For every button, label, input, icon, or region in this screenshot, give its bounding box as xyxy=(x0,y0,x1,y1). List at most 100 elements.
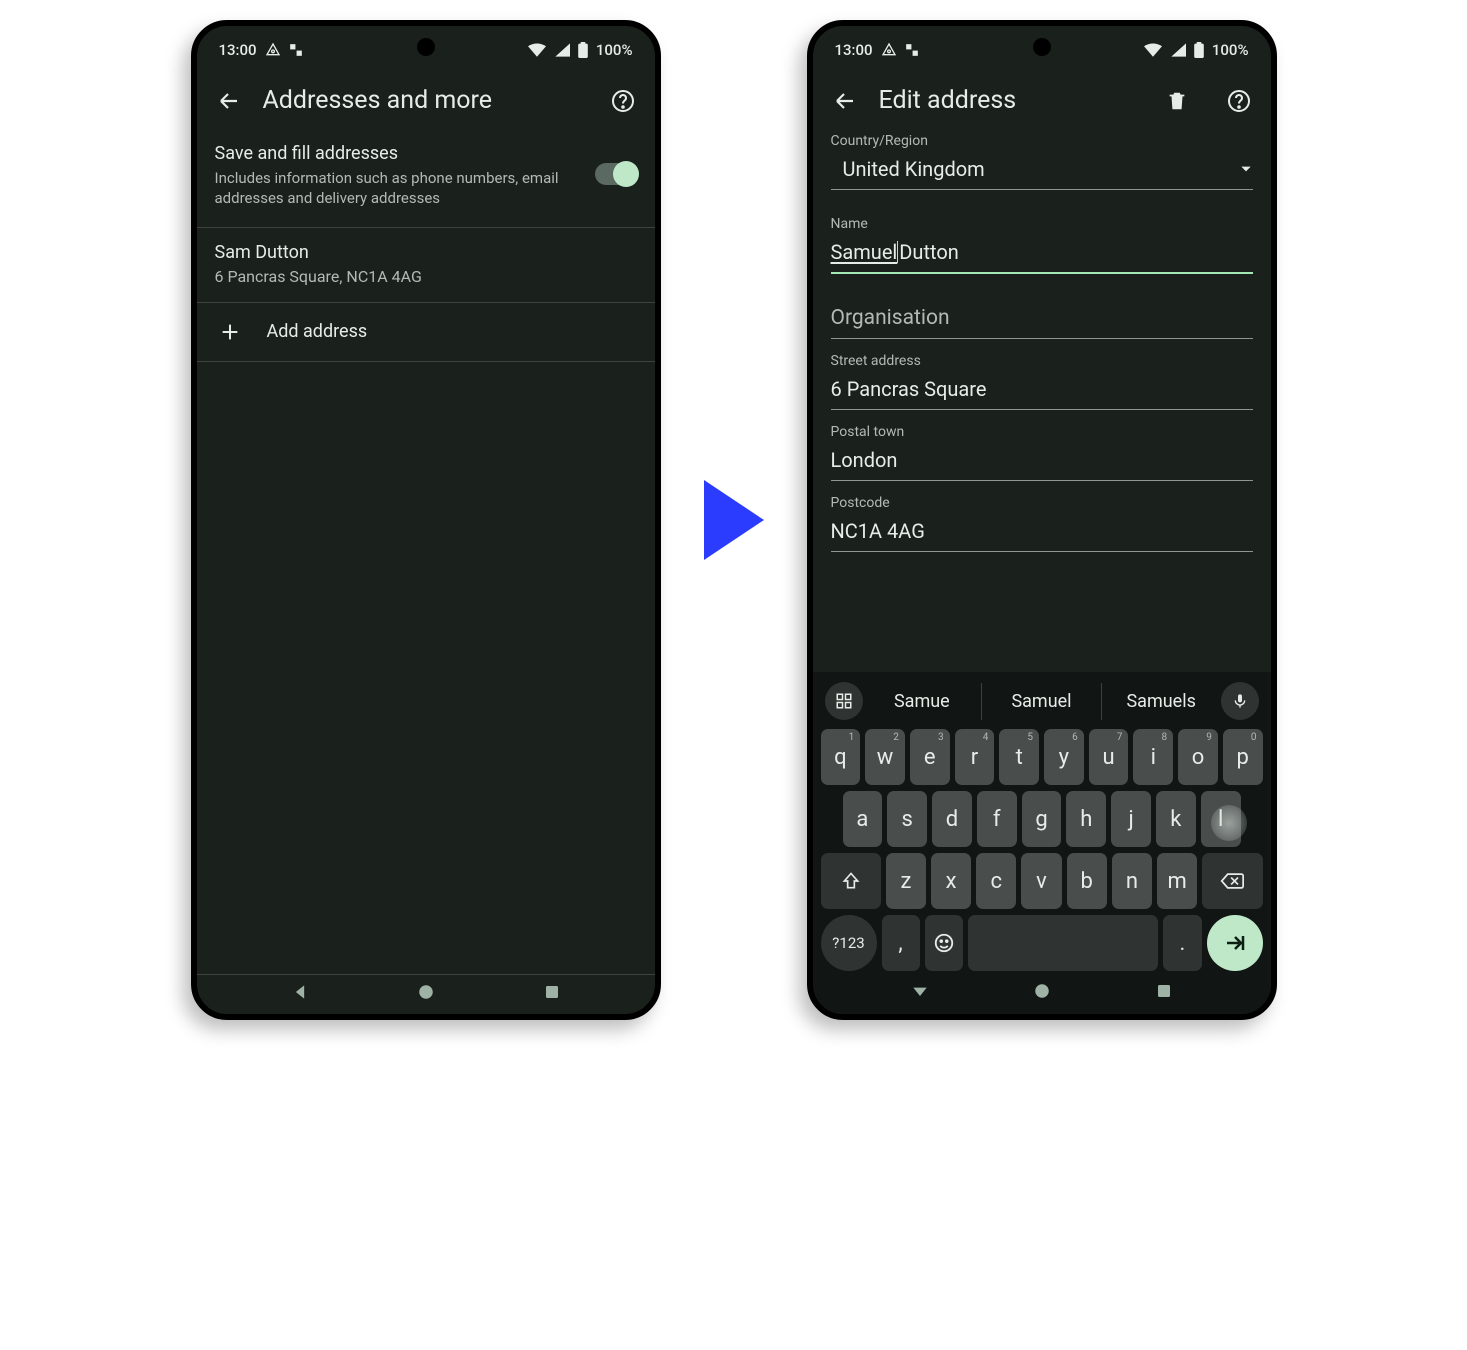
town-field[interactable]: Postal town London xyxy=(831,424,1253,481)
status-time: 13:00 xyxy=(219,41,257,59)
key-f[interactable]: f xyxy=(977,791,1017,847)
key-row-4: ?123 , . xyxy=(819,912,1265,974)
nav-home[interactable] xyxy=(1033,982,1051,1000)
nav-keyboard-hide[interactable] xyxy=(910,981,930,1001)
key-c[interactable]: c xyxy=(976,853,1016,909)
page-title: Edit address xyxy=(879,86,1143,115)
key-p[interactable]: p0 xyxy=(1223,729,1263,785)
squares-icon xyxy=(905,43,919,57)
town-label: Postal town xyxy=(831,424,1253,440)
nav-recent[interactable] xyxy=(1155,982,1173,1000)
key-numbers[interactable]: ?123 xyxy=(821,915,877,971)
key-enter[interactable] xyxy=(1207,915,1263,971)
key-o[interactable]: o9 xyxy=(1178,729,1218,785)
system-nav-bar xyxy=(197,974,655,1014)
help-button[interactable] xyxy=(1225,87,1253,115)
key-j[interactable]: j xyxy=(1111,791,1151,847)
country-label: Country/Region xyxy=(831,133,1253,149)
key-period[interactable]: . xyxy=(1163,915,1201,971)
app-bar: Edit address xyxy=(813,68,1271,129)
entry-address: 6 Pancras Square, NC1A 4AG xyxy=(215,267,637,286)
save-fill-toggle-row[interactable]: Save and fill addresses Includes informa… xyxy=(197,129,655,228)
key-backspace[interactable] xyxy=(1202,853,1262,909)
key-z[interactable]: z xyxy=(886,853,926,909)
postcode-field[interactable]: Postcode NC1A 4AG xyxy=(831,495,1253,552)
key-l[interactable]: l xyxy=(1201,791,1241,847)
country-field[interactable]: Country/Region United Kingdom xyxy=(831,133,1253,190)
front-camera xyxy=(417,38,435,56)
phone-right: 13:00 100% Edit address Country/Region U… xyxy=(807,20,1277,1020)
app-bar: Addresses and more xyxy=(197,68,655,129)
back-button[interactable] xyxy=(215,87,243,115)
arrow-left-icon xyxy=(217,89,241,113)
key-emoji[interactable] xyxy=(925,915,963,971)
wifi-icon xyxy=(1144,43,1162,57)
key-w[interactable]: w2 xyxy=(865,729,905,785)
toggle-switch[interactable] xyxy=(595,163,637,185)
back-button[interactable] xyxy=(831,87,859,115)
signal-icon xyxy=(1170,43,1186,57)
clipboard-button[interactable] xyxy=(825,682,863,720)
arrow-left-icon xyxy=(833,89,857,113)
name-first-word: Samuel xyxy=(831,240,898,264)
battery-text: 100% xyxy=(596,41,633,59)
key-m[interactable]: m xyxy=(1157,853,1197,909)
system-nav-bar xyxy=(819,974,1265,1014)
key-h[interactable]: h xyxy=(1066,791,1106,847)
key-comma[interactable]: , xyxy=(882,915,920,971)
key-a[interactable]: a xyxy=(843,791,883,847)
entry-name: Sam Dutton xyxy=(215,242,637,263)
name-rest: Dutton xyxy=(899,240,959,264)
key-n[interactable]: n xyxy=(1112,853,1152,909)
wifi-icon xyxy=(528,43,546,57)
suggestion-3[interactable]: Samuels xyxy=(1101,683,1221,720)
delete-button[interactable] xyxy=(1163,87,1191,115)
nav-home[interactable] xyxy=(417,983,435,1001)
postcode-label: Postcode xyxy=(831,495,1253,511)
plus-icon xyxy=(219,321,241,343)
key-v[interactable]: v xyxy=(1021,853,1061,909)
arrow-right-bar-icon xyxy=(1223,931,1247,955)
mic-icon xyxy=(1232,692,1248,710)
page-title: Addresses and more xyxy=(263,86,589,115)
key-g[interactable]: g xyxy=(1022,791,1062,847)
on-screen-keyboard: Samue Samuel Samuels q1w2e3r4t5y6u7i8o9p… xyxy=(813,672,1271,1014)
suggestion-1[interactable]: Samue xyxy=(863,683,982,720)
battery-text: 100% xyxy=(1212,41,1249,59)
help-button[interactable] xyxy=(609,87,637,115)
name-label: Name xyxy=(831,216,1253,232)
key-i[interactable]: i8 xyxy=(1133,729,1173,785)
address-entry[interactable]: Sam Dutton 6 Pancras Square, NC1A 4AG xyxy=(197,228,655,303)
key-space[interactable] xyxy=(968,915,1159,971)
organisation-field[interactable]: Organisation xyxy=(831,300,1253,339)
street-field[interactable]: Street address 6 Pancras Square xyxy=(831,353,1253,410)
nav-recent[interactable] xyxy=(543,983,561,1001)
key-b[interactable]: b xyxy=(1067,853,1107,909)
nav-back[interactable] xyxy=(290,982,310,1002)
key-q[interactable]: q1 xyxy=(821,729,861,785)
add-address-row[interactable]: Add address xyxy=(197,303,655,362)
key-y[interactable]: y6 xyxy=(1044,729,1084,785)
key-shift[interactable] xyxy=(821,853,881,909)
suggestion-row: Samue Samuel Samuels xyxy=(819,680,1265,726)
name-field[interactable]: Name Samuel Dutton xyxy=(831,216,1253,274)
key-s[interactable]: s xyxy=(887,791,927,847)
key-x[interactable]: x xyxy=(931,853,971,909)
street-value: 6 Pancras Square xyxy=(831,377,987,401)
shape-icon xyxy=(881,42,897,58)
battery-icon xyxy=(1194,42,1204,58)
add-address-label: Add address xyxy=(267,321,368,342)
key-k[interactable]: k xyxy=(1156,791,1196,847)
suggestion-2[interactable]: Samuel xyxy=(981,683,1101,720)
key-e[interactable]: e3 xyxy=(910,729,950,785)
key-t[interactable]: t5 xyxy=(999,729,1039,785)
street-label: Street address xyxy=(831,353,1253,369)
edit-address-form: Country/Region United Kingdom Name Samue… xyxy=(813,129,1271,552)
touch-indicator xyxy=(1211,805,1247,841)
key-r[interactable]: r4 xyxy=(955,729,995,785)
voice-button[interactable] xyxy=(1221,682,1259,720)
key-d[interactable]: d xyxy=(932,791,972,847)
shape-icon xyxy=(265,42,281,58)
postcode-value: NC1A 4AG xyxy=(831,519,925,543)
key-u[interactable]: u7 xyxy=(1089,729,1129,785)
